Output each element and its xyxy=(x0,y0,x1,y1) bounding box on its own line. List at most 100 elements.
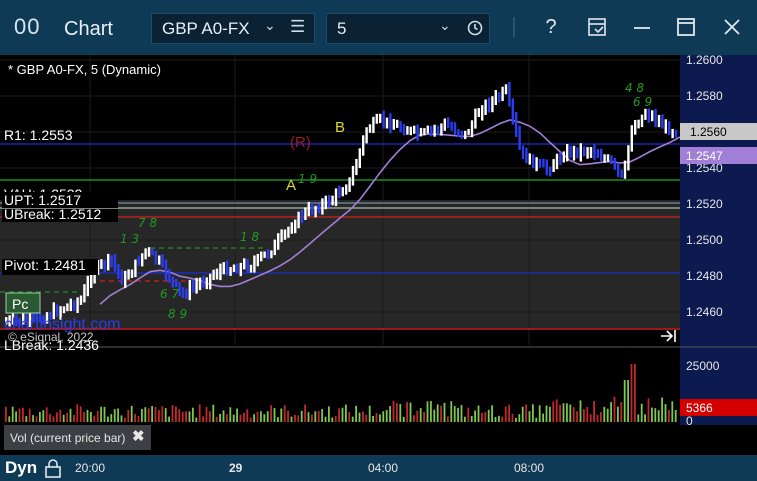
volume-bar xyxy=(32,415,34,422)
volume-bar xyxy=(569,404,572,422)
price-bar xyxy=(83,284,86,303)
close-icon[interactable]: ✖ xyxy=(132,427,145,445)
volume-bar xyxy=(477,405,480,422)
price-bar xyxy=(307,201,310,217)
volume-bar xyxy=(236,408,238,422)
maximize-icon[interactable] xyxy=(672,12,700,42)
lock-icon[interactable] xyxy=(43,458,63,478)
close-icon[interactable] xyxy=(718,12,746,42)
volume-bar xyxy=(555,399,558,422)
volume-bar xyxy=(124,417,126,422)
page-save-icon[interactable] xyxy=(583,12,611,42)
price-bar xyxy=(668,121,671,136)
help-icon[interactable]: ? xyxy=(537,12,565,42)
volume-bar xyxy=(491,405,493,422)
dynamic-mode-label[interactable]: Dyn xyxy=(5,458,37,478)
letter-b: B xyxy=(335,119,345,136)
volume-bar xyxy=(372,416,374,422)
volume-bar xyxy=(62,414,65,422)
price-bar xyxy=(76,297,79,313)
menu-icon[interactable]: ☰ xyxy=(290,17,305,37)
clock-icon[interactable] xyxy=(467,20,483,36)
volume-bar xyxy=(447,416,449,422)
settings-icon[interactable] xyxy=(500,12,528,42)
volume-bar xyxy=(100,406,102,422)
volume-bar xyxy=(103,406,106,422)
price-bar xyxy=(277,233,280,250)
volume-bar xyxy=(362,411,364,422)
volume-bar xyxy=(164,408,167,422)
price-bar xyxy=(110,255,113,268)
r1-label: R1: 1.2553 xyxy=(4,127,73,143)
price-bar xyxy=(576,147,579,159)
price-bar xyxy=(610,155,613,164)
svg-text:7 8: 7 8 xyxy=(138,216,157,230)
price-bar xyxy=(613,157,616,170)
minimize-icon[interactable] xyxy=(628,12,656,42)
chart-area[interactable]: 1 9 1 3 7 8 1 8 6 7 8 9 4 8 6 9 R1: 1.25… xyxy=(0,55,757,455)
letter-r: (R) xyxy=(290,134,311,151)
price-bar xyxy=(589,147,593,158)
volume-bar xyxy=(651,407,653,422)
price-bar xyxy=(440,123,443,136)
volume-bar xyxy=(246,409,249,422)
price-bar xyxy=(127,269,130,280)
price-tick: 1.2480 xyxy=(686,269,723,283)
chevron-down-icon[interactable]: ⌄ xyxy=(439,17,451,34)
volume-bar xyxy=(603,406,606,422)
interval-selector[interactable]: 5 ⌄ xyxy=(326,13,490,44)
volume-bar xyxy=(42,410,45,422)
volume-bar xyxy=(59,409,62,422)
volume-bar xyxy=(192,407,194,422)
price-bar xyxy=(348,177,351,192)
volume-bar xyxy=(674,410,677,422)
volume-bar xyxy=(610,402,612,422)
price-bar xyxy=(409,126,412,136)
volume-bar xyxy=(351,416,354,422)
price-bar xyxy=(419,127,423,137)
volume-bar xyxy=(243,412,245,422)
price-chart[interactable]: 1 9 1 3 7 8 1 8 6 7 8 9 4 8 6 9 R1: 1.25… xyxy=(0,55,757,455)
volume-bar xyxy=(515,417,517,422)
price-bar xyxy=(311,202,314,216)
volume-bar xyxy=(487,409,490,422)
price-tick: 1.2460 xyxy=(686,305,723,319)
price-bar xyxy=(532,154,535,169)
price-bar xyxy=(555,153,559,170)
price-bar xyxy=(107,253,110,271)
volume-bar xyxy=(532,404,534,422)
price-bar xyxy=(263,251,266,258)
volume-bar xyxy=(467,407,470,422)
symbol-selector[interactable]: GBP A0-FX ⌄ ☰ xyxy=(151,13,315,44)
volume-bar xyxy=(66,413,68,422)
price-bar xyxy=(413,125,416,134)
volume-bar xyxy=(25,416,28,422)
price-bar xyxy=(246,259,249,273)
volume-bar xyxy=(647,398,650,422)
vol-last-value: 5366 xyxy=(686,401,713,415)
volume-bar xyxy=(457,407,459,422)
volume-bar xyxy=(385,410,388,422)
volume-bar xyxy=(294,414,296,422)
volume-bar xyxy=(657,410,660,422)
price-bar xyxy=(450,121,453,131)
price-tick: 1.2520 xyxy=(686,197,723,211)
time-axis-bar[interactable]: Dyn 20:00 29 04:00 08:00 xyxy=(0,455,757,481)
volume-bar xyxy=(144,407,147,422)
price-bar xyxy=(528,153,531,165)
price-bar xyxy=(283,229,287,240)
price-bar xyxy=(453,122,457,135)
chevron-down-icon[interactable]: ⌄ xyxy=(264,17,276,34)
time-label: 08:00 xyxy=(514,461,545,475)
price-bar xyxy=(294,219,297,234)
price-bar xyxy=(362,135,365,156)
volume-bar xyxy=(280,408,283,422)
volume-bar xyxy=(56,412,58,422)
price-bar xyxy=(385,117,389,129)
price-bar xyxy=(525,147,528,164)
volume-bar xyxy=(600,412,602,422)
volume-bar xyxy=(151,406,153,422)
volume-bar xyxy=(11,406,14,422)
price-bar xyxy=(215,268,219,280)
price-bar xyxy=(219,263,222,281)
